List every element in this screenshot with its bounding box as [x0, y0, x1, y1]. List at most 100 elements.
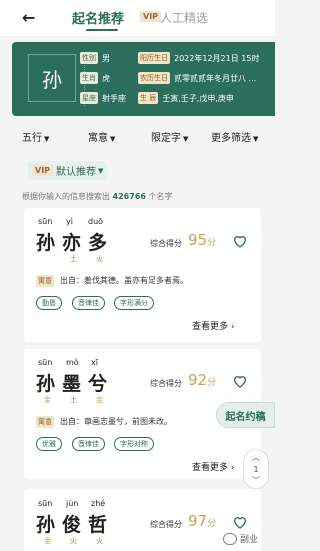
- score-value: 95分: [188, 231, 216, 249]
- sort-dropdown[interactable]: VIP 默认推荐 ▼: [28, 161, 108, 180]
- element-label: 土: [70, 396, 77, 404]
- score-value: 92分: [188, 371, 216, 389]
- element-label: 金: [96, 396, 103, 404]
- wechat-icon: [223, 532, 237, 545]
- name-char: 孙: [36, 514, 56, 536]
- score-unit: 分: [207, 378, 217, 388]
- view-more-link[interactable]: 查看更多 ›: [192, 460, 235, 473]
- score-value: 97分: [188, 512, 216, 530]
- pinyin: sūn: [38, 499, 53, 508]
- surname: 孙: [28, 54, 76, 102]
- page-number: 1: [253, 464, 259, 474]
- filter-wuxing[interactable]: 五行 ▼: [22, 129, 49, 144]
- filter-xianding-label: 限定字: [151, 133, 181, 144]
- element-label: 火: [70, 537, 77, 545]
- birth-info-panel: 孙 性别 男 阳历生日 2022年12月21日 15时 生肖 虎 农历生日 贰零…: [12, 42, 275, 116]
- element-label: 火: [96, 537, 103, 545]
- meaning-tag: 寓意: [36, 416, 54, 428]
- vip-badge: VIP: [140, 11, 162, 22]
- pinyin: sūn: [38, 217, 53, 226]
- filter-more[interactable]: 更多筛选 ▼: [211, 129, 258, 144]
- chevron-down-icon[interactable]: ﹀: [252, 475, 260, 486]
- name-char: 俊: [62, 514, 82, 536]
- feature-chip: 勤恳: [36, 296, 62, 310]
- back-arrow-icon[interactable]: ←: [22, 8, 35, 27]
- pinyin: xī: [91, 358, 98, 367]
- name-char: 兮: [88, 373, 108, 395]
- watermark: 副业: [223, 532, 258, 545]
- vip-badge: VIP: [32, 165, 54, 176]
- page-indicator[interactable]: ︿ 1 ﹀: [243, 449, 269, 489]
- view-more-link[interactable]: 查看更多 ›: [192, 319, 235, 332]
- top-bar: ← 起名推荐 VIP 人工精选: [0, 0, 275, 36]
- favorite-heart-icon[interactable]: [232, 233, 248, 249]
- feature-chip: 字形满分: [114, 296, 154, 310]
- score-number: 92: [188, 371, 208, 389]
- name-char: 孙: [36, 373, 56, 395]
- element-label: 金: [44, 537, 51, 545]
- search-summary: 根据你输入的信息搜索出 426766 个名字: [22, 191, 173, 202]
- sort-label: 默认推荐: [56, 167, 97, 178]
- watermark-text: 副业: [240, 535, 259, 545]
- favorite-heart-icon[interactable]: [232, 373, 248, 389]
- filter-more-label: 更多筛选: [211, 133, 251, 144]
- caret-down-icon: ▼: [98, 166, 104, 175]
- sign-tag: 星座: [80, 92, 98, 104]
- summary-prefix: 根据你输入的信息搜索出: [22, 192, 110, 201]
- lunar-row: 农历生日 贰零贰贰年冬月廿八 ...: [138, 72, 256, 84]
- feature-chip: 音律佳: [72, 437, 105, 451]
- pinyin: zhé: [91, 499, 106, 508]
- zodiac-tag: 生肖: [80, 72, 98, 84]
- pinyin: jùn: [66, 499, 79, 508]
- solar-tag: 阳历生日: [138, 52, 170, 64]
- bazi-value: 壬寅,壬子,戊申,庚申: [162, 93, 234, 103]
- score-label: 综合得分: [150, 379, 182, 388]
- tab-manual-selection[interactable]: 人工精选: [160, 9, 208, 26]
- gender-value: 男: [102, 53, 110, 63]
- custom-naming-button[interactable]: 起名约稿: [216, 402, 275, 428]
- score-number: 95: [188, 231, 208, 249]
- tab-underline: [86, 29, 118, 31]
- caret-down-icon: ▼: [44, 135, 50, 143]
- feature-chip: 字形对称: [114, 437, 154, 451]
- score-label: 综合得分: [150, 520, 182, 529]
- lunar-value: 贰零贰贰年冬月廿八 ...: [174, 73, 257, 83]
- source-text: 出自：章画志墨兮，前图未改。: [60, 417, 172, 426]
- zodiac-row: 生肖 虎: [80, 72, 110, 84]
- meaning-tag: 寓意: [36, 275, 54, 287]
- solar-row: 阳历生日 2022年12月21日 15时: [138, 52, 259, 64]
- pinyin: duō: [88, 217, 104, 226]
- pinyin: sūn: [38, 358, 53, 367]
- filter-wuxing-label: 五行: [22, 133, 42, 144]
- score-label: 综合得分: [150, 239, 182, 248]
- feature-chip: 优雅: [36, 437, 62, 451]
- lunar-tag: 农历生日: [138, 72, 170, 84]
- filter-yuyi-label: 寓意: [88, 133, 108, 144]
- view-more-label: 查看更多: [192, 463, 229, 473]
- caret-down-icon: ▼: [183, 135, 189, 143]
- sign-value: 射手座: [102, 93, 126, 103]
- caret-down-icon: ▼: [110, 135, 116, 143]
- name-card[interactable]: sūn yì duō 孙 亦 多 土 火 综合得分 95分 寓意 出自：羞伐其德…: [24, 208, 261, 342]
- source-text: 出自：羞伐其德。盖亦有足多者焉。: [60, 276, 188, 285]
- score-unit: 分: [207, 238, 217, 248]
- name-char: 亦: [62, 232, 82, 254]
- chevron-right-icon: ›: [230, 322, 235, 332]
- sign-row: 星座 射手座: [80, 92, 126, 104]
- element-label: 火: [96, 255, 103, 263]
- score-unit: 分: [207, 519, 217, 529]
- solar-value: 2022年12月21日 15时: [174, 53, 260, 63]
- filter-xianding[interactable]: 限定字 ▼: [151, 129, 188, 144]
- filter-yuyi[interactable]: 寓意 ▼: [88, 129, 115, 144]
- chevron-up-icon[interactable]: ︿: [252, 452, 260, 463]
- element-label: 土: [70, 255, 77, 263]
- gender-tag: 性别: [80, 52, 98, 64]
- zodiac-value: 虎: [102, 73, 110, 83]
- favorite-heart-icon[interactable]: [232, 514, 248, 530]
- feature-chip: 音律佳: [72, 296, 105, 310]
- gender-row: 性别 男: [80, 52, 110, 64]
- name-char: 哲: [88, 514, 108, 536]
- tab-recommend[interactable]: 起名推荐: [72, 8, 124, 27]
- pinyin: yì: [66, 217, 73, 226]
- summary-suffix: 个名字: [148, 192, 173, 201]
